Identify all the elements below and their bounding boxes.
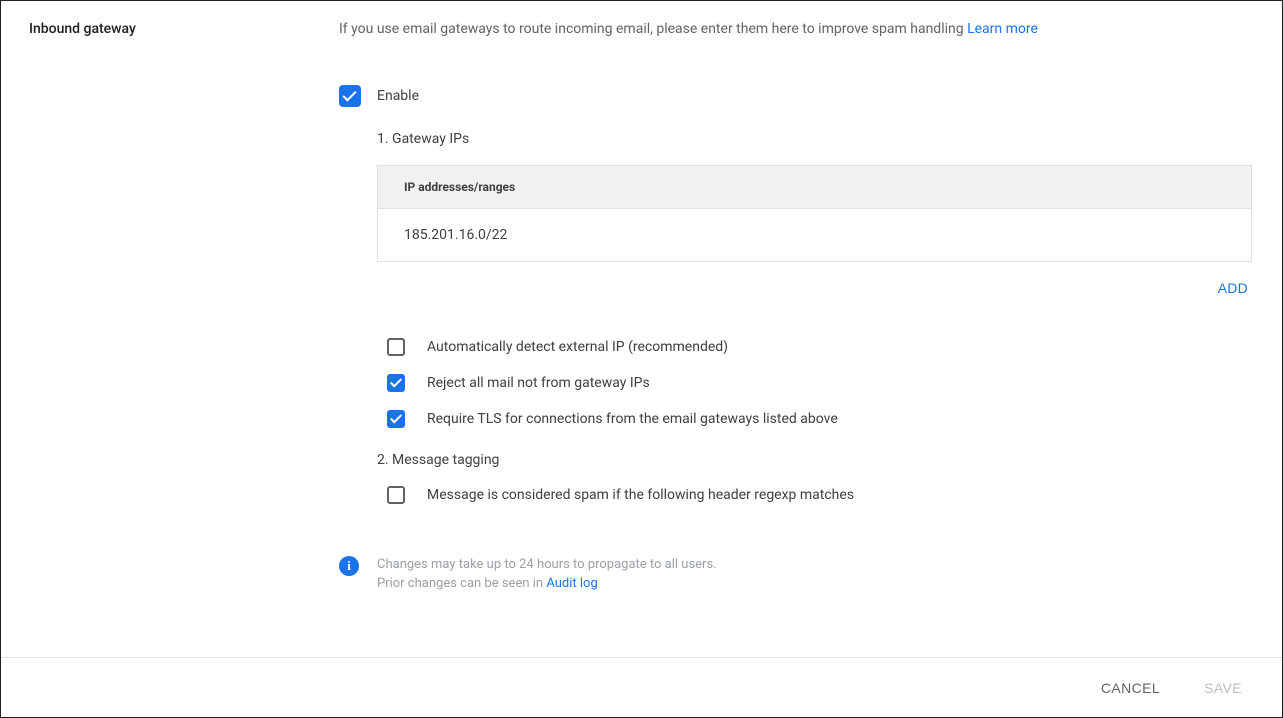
inbound-gateway-panel: Inbound gateway If you use email gateway… xyxy=(0,0,1283,718)
audit-log-link[interactable]: Audit log xyxy=(546,576,597,591)
learn-more-link[interactable]: Learn more xyxy=(967,21,1038,37)
info-icon: i xyxy=(339,556,359,576)
ip-table-header: IP addresses/ranges xyxy=(378,166,1251,209)
reject-mail-label: Reject all mail not from gateway IPs xyxy=(427,375,650,391)
message-tagging-section: 2. Message tagging Message is considered… xyxy=(377,452,1254,504)
gateway-ips-title: 1. Gateway IPs xyxy=(377,131,1254,147)
spam-header-checkbox[interactable] xyxy=(387,486,405,504)
left-column: Inbound gateway xyxy=(29,21,339,657)
enable-checkbox[interactable] xyxy=(339,85,361,107)
ip-table-row[interactable]: 185.201.16.0/22 xyxy=(378,209,1251,261)
reject-mail-row: Reject all mail not from gateway IPs xyxy=(387,374,1254,392)
gateway-ips-section: 1. Gateway IPs IP addresses/ranges 185.2… xyxy=(377,131,1254,302)
ip-table: IP addresses/ranges 185.201.16.0/22 xyxy=(377,165,1252,262)
require-tls-label: Require TLS for connections from the ema… xyxy=(427,411,838,427)
require-tls-row: Require TLS for connections from the ema… xyxy=(387,410,1254,428)
page-title: Inbound gateway xyxy=(29,21,339,37)
spam-header-label: Message is considered spam if the follow… xyxy=(427,487,854,503)
description-text: If you use email gateways to route incom… xyxy=(339,21,967,37)
auto-detect-label: Automatically detect external IP (recomm… xyxy=(427,339,728,355)
cancel-button[interactable]: CANCEL xyxy=(1097,672,1164,704)
require-tls-checkbox[interactable] xyxy=(387,410,405,428)
info-block: i Changes may take up to 24 hours to pro… xyxy=(339,556,1254,594)
main-block: Enable 1. Gateway IPs IP addresses/range… xyxy=(339,85,1254,594)
save-button[interactable]: SAVE xyxy=(1200,672,1246,704)
content-area: Inbound gateway If you use email gateway… xyxy=(1,1,1282,657)
add-button[interactable]: ADD xyxy=(1214,274,1252,302)
message-tagging-title: 2. Message tagging xyxy=(377,452,1254,468)
footer: CANCEL SAVE xyxy=(1,657,1282,717)
info-text: Changes may take up to 24 hours to propa… xyxy=(377,556,717,594)
enable-label: Enable xyxy=(377,88,419,104)
info-line1: Changes may take up to 24 hours to propa… xyxy=(377,557,717,572)
right-column: If you use email gateways to route incom… xyxy=(339,21,1254,657)
spam-header-row: Message is considered spam if the follow… xyxy=(387,486,1254,504)
description: If you use email gateways to route incom… xyxy=(339,21,1254,37)
auto-detect-row: Automatically detect external IP (recomm… xyxy=(387,338,1254,356)
add-row: ADD xyxy=(377,274,1252,302)
gateway-options: Automatically detect external IP (recomm… xyxy=(377,338,1254,428)
reject-mail-checkbox[interactable] xyxy=(387,374,405,392)
auto-detect-checkbox[interactable] xyxy=(387,338,405,356)
info-line2-prefix: Prior changes can be seen in xyxy=(377,576,546,591)
enable-row: Enable xyxy=(339,85,1254,107)
